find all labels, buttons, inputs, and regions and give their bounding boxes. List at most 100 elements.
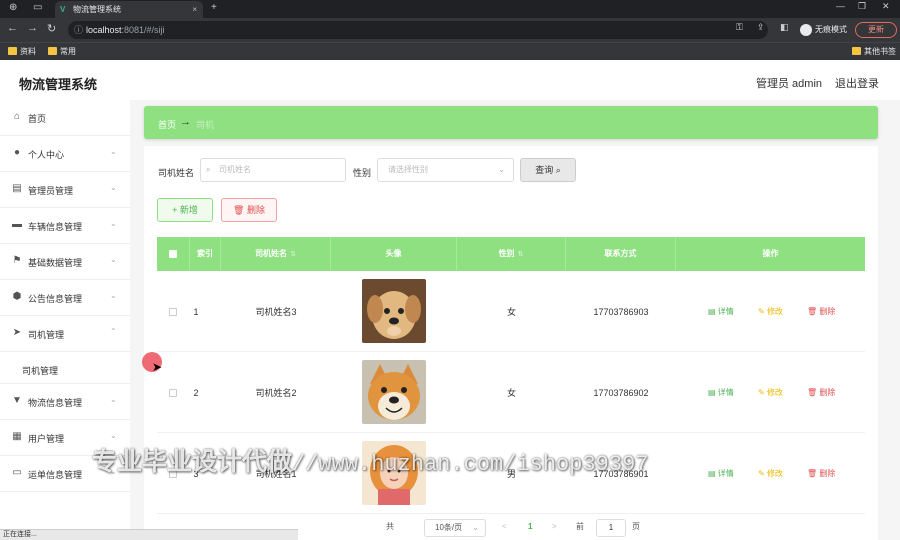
watermark-url: //www.huzhan.com/ishop39397: [292, 452, 649, 477]
list-icon: ▦: [12, 431, 22, 442]
edit-icon: ✎: [758, 469, 767, 478]
row-checkbox[interactable]: [169, 308, 177, 316]
incognito-indicator[interactable]: 无痕模式: [800, 22, 847, 38]
chevron-down-icon: ⌄: [110, 431, 117, 440]
briefcase-icon: ▤: [12, 183, 22, 194]
row-index: 1: [193, 307, 199, 317]
prev-page-button[interactable]: <: [502, 517, 507, 537]
query-button[interactable]: 查询 ⌕: [520, 158, 576, 182]
sidebar-item-vehicle[interactable]: ▬ 车辆信息管理 ⌄: [0, 208, 130, 244]
bookmark-folder-2[interactable]: 常用: [48, 46, 76, 57]
breadcrumb-arrow-icon: →: [180, 116, 191, 128]
row-detail-link[interactable]: ▤ 详情: [708, 272, 734, 352]
row-phone: 17703786903: [593, 307, 649, 317]
forward-icon[interactable]: →: [27, 22, 38, 34]
goto-page-input[interactable]: 1: [596, 519, 626, 537]
select-all-checkbox[interactable]: [169, 250, 177, 258]
incognito-icon: [800, 24, 812, 36]
document-icon: ▤: [708, 307, 718, 316]
row-edit-link[interactable]: ✎ 修改: [758, 272, 783, 352]
window-restore-icon[interactable]: ❐: [858, 1, 866, 12]
sidebar-item-label: 用户管理: [28, 434, 65, 444]
mouse-pointer-icon: ➤: [152, 360, 163, 374]
app-header: 物流管理系统 管理员 admin 退出登录: [0, 62, 900, 100]
url-input[interactable]: ⓘ localhost:8081/#/siji: [68, 21, 768, 39]
row-edit-link[interactable]: ✎ 修改: [758, 353, 783, 433]
edit-icon: ✎: [758, 307, 767, 316]
share-icon[interactable]: ⇪: [757, 22, 765, 33]
header-gender[interactable]: 性别 ⇅: [457, 237, 566, 271]
sidebar-item-admin[interactable]: ▤ 管理员管理 ⌄: [0, 172, 130, 208]
driver-name-input[interactable]: ⌕ 司机姓名: [200, 158, 346, 182]
update-button[interactable]: 更新: [855, 22, 897, 38]
sidebar-item-home[interactable]: ⌂ 首页: [0, 100, 130, 136]
row-delete-link[interactable]: 🗑 删除: [807, 353, 835, 433]
bookmark-folder-1[interactable]: 资料: [8, 46, 36, 57]
sidebar-item-basic-data[interactable]: ⚑ 基础数据管理 ⌄: [0, 244, 130, 280]
driver-avatar[interactable]: [362, 360, 426, 424]
edit-icon: ✎: [758, 388, 767, 397]
sidebar-item-notice[interactable]: ⬢ 公告信息管理 ⌄: [0, 280, 130, 316]
reload-icon[interactable]: ↻: [47, 22, 56, 35]
chevron-up-icon: ⌃: [110, 327, 117, 336]
sidebar-item-label: 物流信息管理: [28, 398, 83, 408]
logout-link[interactable]: 退出登录: [835, 75, 879, 91]
row-detail-link[interactable]: ▤ 详情: [708, 434, 734, 514]
header-label: 索引: [197, 249, 213, 258]
vue-logo-icon: V: [60, 5, 66, 14]
sidebar-item-label: 公告信息管理: [28, 294, 83, 304]
page-size-value: 10条/页: [435, 523, 463, 532]
sidepanel-icon[interactable]: ◧: [780, 22, 789, 33]
back-icon[interactable]: ←: [7, 22, 18, 34]
add-button[interactable]: + 新增: [157, 198, 213, 222]
sidebar-item-label: 车辆信息管理: [28, 222, 83, 232]
gender-label: 性别: [353, 168, 372, 178]
sidebar-item-logistics[interactable]: ▼ 物流信息管理 ⌄: [0, 384, 130, 420]
header-driver-name[interactable]: 司机姓名 ⇅: [221, 237, 331, 271]
row-delete-link[interactable]: 🗑 删除: [807, 272, 835, 352]
document-icon: ▤: [708, 469, 718, 478]
header-index[interactable]: 索引: [190, 237, 221, 271]
new-tab-icon[interactable]: +: [211, 2, 217, 13]
row-detail-link[interactable]: ▤ 详情: [708, 353, 734, 433]
tab-close-icon[interactable]: ×: [192, 1, 197, 18]
browser-globe-icon[interactable]: ⊕: [9, 2, 17, 13]
content-panel: 司机姓名 ⌕ 司机姓名 性别 请选择性别 ⌄ 查询 ⌕ + 新增 🗑 删除 索引…: [144, 146, 878, 540]
window-minimize-icon[interactable]: —: [836, 1, 845, 11]
table-row: 2 司机姓名2 女 17703786902 ▤ 详情 ✎ 修改 🗑 删除: [157, 353, 865, 433]
sidebar-item-label: 个人中心: [28, 150, 65, 160]
chat-icon: ▬: [12, 219, 22, 230]
delete-button[interactable]: 🗑 删除: [221, 198, 277, 222]
sidebar-item-driver[interactable]: ➤ 司机管理 ⌃: [0, 316, 130, 352]
row-checkbox[interactable]: [169, 389, 177, 397]
page-number-current[interactable]: 1: [528, 517, 532, 537]
chevron-down-icon: ⌄: [472, 523, 479, 532]
browser-window-icon[interactable]: ▭: [33, 2, 42, 13]
header-label: 联系方式: [604, 249, 637, 258]
sidebar-subitem-label: 司机管理: [22, 366, 59, 376]
trash-icon: 🗑: [807, 388, 820, 397]
row-action-label: 修改: [766, 388, 783, 397]
folder-icon: [48, 47, 57, 55]
row-index: 2: [193, 388, 199, 398]
gender-select[interactable]: 请选择性别 ⌄: [377, 158, 514, 182]
sidebar-item-label: 司机管理: [28, 330, 65, 340]
key-icon[interactable]: ⚿: [736, 22, 743, 33]
driver-avatar[interactable]: [362, 279, 426, 343]
page-size-select[interactable]: 10条/页 ⌄: [424, 519, 486, 537]
chevron-down-icon: ⌄: [110, 147, 117, 156]
search-icon: ⌕: [206, 165, 211, 174]
sidebar-item-profile[interactable]: ● 个人中心 ⌄: [0, 136, 130, 172]
chevron-down-icon: ⌄: [110, 183, 117, 192]
row-action-label: 删除: [819, 388, 836, 397]
window-close-icon[interactable]: ✕: [882, 1, 890, 12]
current-user: 管理员 admin: [756, 78, 823, 90]
browser-tab[interactable]: V 物流管理系统 ×: [55, 1, 203, 18]
row-edit-link[interactable]: ✎ 修改: [758, 434, 783, 514]
other-bookmarks[interactable]: 其他书签: [852, 46, 896, 57]
row-action-label: 详情: [717, 469, 734, 478]
sidebar-subitem-driver-manage[interactable]: 司机管理: [0, 352, 130, 384]
row-delete-link[interactable]: 🗑 删除: [807, 434, 835, 514]
breadcrumb-home[interactable]: 首页: [158, 118, 176, 131]
next-page-button[interactable]: >: [552, 517, 557, 537]
